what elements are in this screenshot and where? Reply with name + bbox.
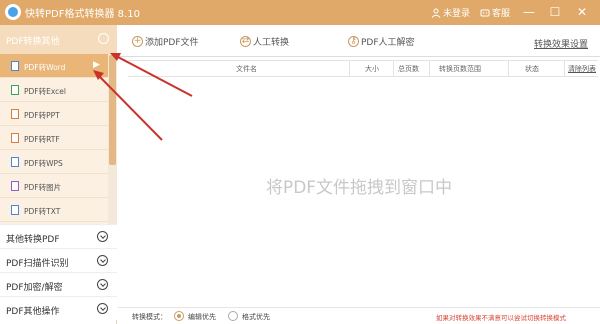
sidebar-item-label: PDF转PPT	[24, 111, 60, 120]
sidebar-item-pdf-to-wps[interactable]: PDF转WPS	[0, 150, 108, 174]
key-icon: ⚷	[348, 36, 359, 47]
sidebar-item-pdf-to-word[interactable]: PDF转Word ▶	[0, 54, 108, 78]
plus-icon: +	[132, 36, 143, 47]
title-bar: 快转PDF格式转换器 8.10 未登录 客服 — ☐ ✕	[0, 0, 600, 25]
file-table-header: 文件名 大小 总页数 转换页数范围 状态 清除列表	[128, 60, 598, 77]
column-divider	[508, 61, 509, 77]
rtf-file-icon	[11, 133, 19, 143]
sidebar-item-label: PDF转图片	[24, 183, 62, 192]
manual-convert-button[interactable]: ⇄ 人工转换	[240, 35, 289, 48]
chevron-down-icon	[97, 303, 108, 314]
app-logo-icon	[5, 4, 21, 20]
app-title: 快转PDF格式转换器 8.10	[25, 9, 140, 20]
category-pdf-to-other-label: PDF转换其他	[6, 37, 60, 47]
column-divider	[564, 61, 565, 77]
chevron-down-icon	[97, 255, 108, 266]
user-login-label: 未登录	[443, 9, 471, 19]
convert-icon: ⇄	[240, 36, 251, 47]
service-icon	[480, 9, 490, 16]
effect-settings-link[interactable]: 转换效果设置	[534, 37, 588, 50]
minimize-button[interactable]: —	[520, 3, 538, 21]
category-pdf-other-ops[interactable]: PDF其他操作	[0, 296, 117, 320]
chevron-right-icon: ▶	[93, 60, 100, 70]
word-file-icon	[11, 61, 19, 71]
category-label: PDF其他操作	[6, 307, 60, 317]
sub-item-list: PDF转Word ▶ PDF转Excel PDF转PPT PDF转RTF PDF…	[0, 54, 108, 250]
category-label: 其他转换PDF	[6, 235, 60, 245]
user-login-button[interactable]: 未登录	[431, 6, 470, 19]
mode-editable-radio[interactable]	[174, 311, 184, 321]
drop-hint-text: 将PDF文件拖拽到窗口中	[265, 178, 453, 198]
sidebar-item-label: PDF转TXT	[24, 207, 61, 216]
manual-decrypt-label: PDF人工解密	[361, 38, 415, 48]
sidebar-item-label: PDF转Excel	[24, 87, 66, 96]
mode-editable-label[interactable]: 编辑优先	[188, 312, 216, 322]
column-filename: 文件名	[236, 65, 257, 73]
mode-format-label[interactable]: 格式优先	[242, 312, 270, 322]
sidebar-item-label: PDF转Word	[24, 63, 66, 72]
chevron-down-icon	[97, 279, 108, 290]
manual-convert-label: 人工转换	[253, 38, 290, 48]
sidebar-item-pdf-to-txt[interactable]: PDF转TXT	[0, 198, 108, 222]
column-divider	[429, 61, 430, 77]
category-pdf-to-other[interactable]: PDF转换其他	[0, 25, 117, 54]
sidebar-item-label: PDF转RTF	[24, 135, 60, 144]
ppt-file-icon	[11, 109, 19, 119]
mode-format-radio[interactable]	[228, 311, 238, 321]
column-page-range: 转换页数范围	[439, 65, 481, 73]
maximize-button[interactable]: ☐	[546, 3, 564, 21]
main-panel: + 添加PDF文件 ⇄ 人工转换 ⚷ PDF人工解密 转换效果设置 文件名 大小…	[118, 25, 600, 324]
add-pdf-button[interactable]: + 添加PDF文件	[132, 35, 199, 48]
column-size: 大小	[365, 65, 379, 73]
column-total-pages: 总页数	[398, 65, 419, 73]
sidebar: PDF转换其他 PDF转Word ▶ PDF转Excel PDF转PPT PDF…	[0, 25, 117, 324]
mode-hint-text: 如果对转换效果不满意可以尝试切换转换模式	[436, 314, 566, 322]
clear-list-link[interactable]: 清除列表	[568, 64, 596, 74]
category-other-to-pdf[interactable]: 其他转换PDF	[0, 224, 117, 248]
chevron-down-icon	[97, 231, 108, 242]
column-status: 状态	[525, 65, 539, 73]
category-label: PDF加密/解密	[6, 283, 63, 293]
excel-file-icon	[11, 85, 19, 95]
category-label: PDF扫描件识别	[6, 259, 69, 269]
manual-decrypt-button[interactable]: ⚷ PDF人工解密	[348, 35, 415, 48]
file-drop-area[interactable]: 将PDF文件拖拽到窗口中	[118, 77, 600, 305]
customer-service-label: 客服	[492, 9, 511, 19]
close-button[interactable]: ✕	[573, 3, 591, 21]
add-pdf-label: 添加PDF文件	[145, 38, 199, 48]
convert-mode-label: 转换模式：	[132, 313, 167, 321]
sidebar-item-pdf-to-excel[interactable]: PDF转Excel	[0, 78, 108, 102]
column-divider	[393, 61, 394, 77]
sidebar-scrollbar-thumb[interactable]	[109, 55, 116, 165]
sidebar-item-pdf-to-rtf[interactable]: PDF转RTF	[0, 126, 108, 150]
category-pdf-ocr[interactable]: PDF扫描件识别	[0, 248, 117, 272]
wps-file-icon	[11, 157, 19, 167]
sidebar-item-pdf-to-ppt[interactable]: PDF转PPT	[0, 102, 108, 126]
sidebar-item-pdf-to-image[interactable]: PDF转图片	[0, 174, 108, 198]
user-icon	[431, 8, 441, 18]
toolbar: + 添加PDF文件 ⇄ 人工转换 ⚷ PDF人工解密 转换效果设置	[118, 25, 600, 57]
collapse-chevron-icon[interactable]	[98, 33, 109, 44]
customer-service-button[interactable]: 客服	[480, 6, 510, 19]
status-bar: 转换模式： 编辑优先 格式优先 如果对转换效果不满意可以尝试切换转换模式	[118, 307, 600, 324]
txt-file-icon	[11, 205, 19, 215]
column-divider	[349, 61, 350, 77]
image-file-icon	[11, 181, 19, 191]
category-pdf-encrypt-decrypt[interactable]: PDF加密/解密	[0, 272, 117, 296]
sidebar-item-label: PDF转WPS	[24, 159, 63, 168]
